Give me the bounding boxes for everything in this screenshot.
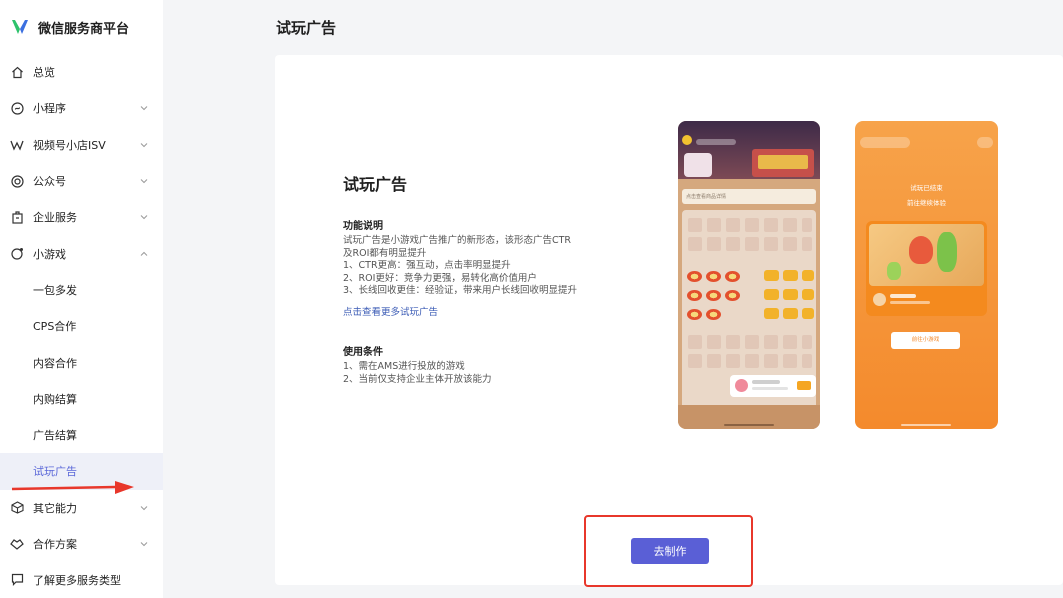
go-to-game-label: 前往小游戏 [911,337,940,343]
preview-phone-game: 点击查看商品详情 [678,121,820,429]
content-card: 试玩广告 功能说明 试玩广告是小游戏广告推广的新形态，该形态广告CTR 及ROI… [275,55,1063,585]
handshake-icon [10,537,24,551]
sidebar-subitem-label: 内容合作 [33,356,77,370]
annotation-arrow [11,481,134,494]
end-subtitle: 前往继续体验 [907,199,946,207]
page-title: 试玩广告 [276,19,337,37]
game-scene [678,121,820,179]
message-icon [10,573,24,587]
sidebar-item-label: 了解更多服务类型 [33,573,121,587]
description-line: 3、长线回收更佳：经验证，带来用户长线回收明显提升 [343,285,578,296]
game-avatar [873,293,886,306]
sidebar-item-label: 小游戏 [33,247,66,261]
end-title: 试玩已结束 [910,184,943,192]
sidebar-subitem-cps[interactable]: CPS合作 [0,308,163,344]
sidebar-item-label: 总览 [33,66,55,80]
more-playable-ads-link[interactable]: 点击查看更多试玩广告 [343,304,438,318]
cube-icon [10,501,24,515]
description-text: 试玩广告是小游戏广告推广的新形态，该形态广告CTR 及ROI都有明显提升 1、C… [343,235,583,298]
sidebar-item-label: 合作方案 [33,538,77,551]
annotation-highlight-box [584,515,753,587]
sidebar-item-label: 其它能力 [33,501,77,515]
enterprise-icon [10,210,24,224]
sidebar-item-label: 企业服务 [33,211,77,225]
game-avatar [735,379,748,392]
description-heading: 功能说明 [343,221,383,232]
promo-play-button [797,381,811,390]
chevron-down-icon [140,542,148,547]
conditions-text: 1、需在AMS进行投放的游戏 2、当前仅支持企业主体开放该能力 [343,361,583,386]
main-content: 试玩广告 试玩广告 功能说明 试玩广告是小游戏广告推广的新形态，该形态广告CTR… [163,0,1063,598]
sidebar-subitem-label: 一包多发 [33,283,77,297]
sidebar-item-mini-program[interactable]: 小程序 [0,90,163,126]
chevron-down-icon [140,179,148,184]
phone-search-bar: 点击查看商品详情 [682,189,816,204]
go-to-game-button: 前往小游戏 [891,332,960,349]
logo-icon [12,20,28,34]
sidebar-subitem-multi-release[interactable]: 一包多发 [0,272,163,308]
chevron-up-icon [140,251,148,256]
official-account-icon [10,174,24,188]
description-line: 试玩广告是小游戏广告推广的新形态，该形态广告CTR [343,235,572,246]
sidebar-item-official-account[interactable]: 公众号 [0,163,163,199]
description-line: 及ROI都有明显提升 [343,247,427,259]
sidebar-subitem-ad-settlement[interactable]: 广告结算 [0,417,163,453]
sidebar-subitem-content[interactable]: 内容合作 [0,344,163,380]
sidebar-item-label: 视频号小店ISV [33,138,106,152]
description-line: 1、CTR更高：强互动，点击率明显提升 [343,260,511,271]
sidebar-subitem-label: 内购结算 [33,392,77,406]
feature-title: 试玩广告 [343,175,408,194]
chevron-down-icon [140,215,148,220]
chevron-down-icon [140,505,148,510]
preview-phone-end: 试玩已结束 前往继续体验 前往小游戏 [855,121,998,429]
sidebar-item-label: 公众号 [33,175,66,189]
sidebar-item-mini-game[interactable]: 小游戏 [0,235,163,271]
game-promo-card [730,375,816,397]
sidebar: 微信服务商平台 总览 小程序 视频号小店ISV 公众号 企业服务 小游戏 一包多… [0,0,163,598]
channels-icon [10,138,24,152]
brand-title: 微信服务商平台 [38,21,130,37]
home-icon [10,65,24,79]
sidebar-item-overview[interactable]: 总览 [0,54,163,90]
sidebar-subitem-label: 试玩广告 [33,465,77,479]
sidebar-item-label: 小程序 [33,102,66,116]
description-line: 2、ROI更好：竞争力更强，易转化高价值用户 [343,272,537,284]
mini-program-icon [10,101,24,115]
sidebar-item-enterprise[interactable]: 企业服务 [0,199,163,235]
chevron-down-icon [140,106,148,111]
conditions-heading: 使用条件 [343,347,383,358]
sidebar-item-channels-shop[interactable]: 视频号小店ISV [0,127,163,163]
chevron-down-icon [140,142,148,147]
sidebar-item-more-services[interactable]: 了解更多服务类型 [0,562,163,598]
home-indicator [901,424,951,426]
condition-line: 2、当前仅支持企业主体开放该能力 [343,373,492,385]
game-card [866,221,987,316]
ad-badge [860,137,910,148]
game-artwork [869,224,984,286]
sidebar-subitem-label: 广告结算 [33,429,77,443]
brand[interactable]: 微信服务商平台 [0,0,163,54]
condition-line: 1、需在AMS进行投放的游戏 [343,361,465,372]
home-indicator [724,424,774,426]
close-icon [977,137,993,148]
sidebar-subitem-iap-settlement[interactable]: 内购结算 [0,381,163,417]
sidebar-subitem-label: CPS合作 [33,320,77,334]
mini-game-icon [10,247,24,261]
sidebar-item-partnership[interactable]: 合作方案 [0,526,163,562]
